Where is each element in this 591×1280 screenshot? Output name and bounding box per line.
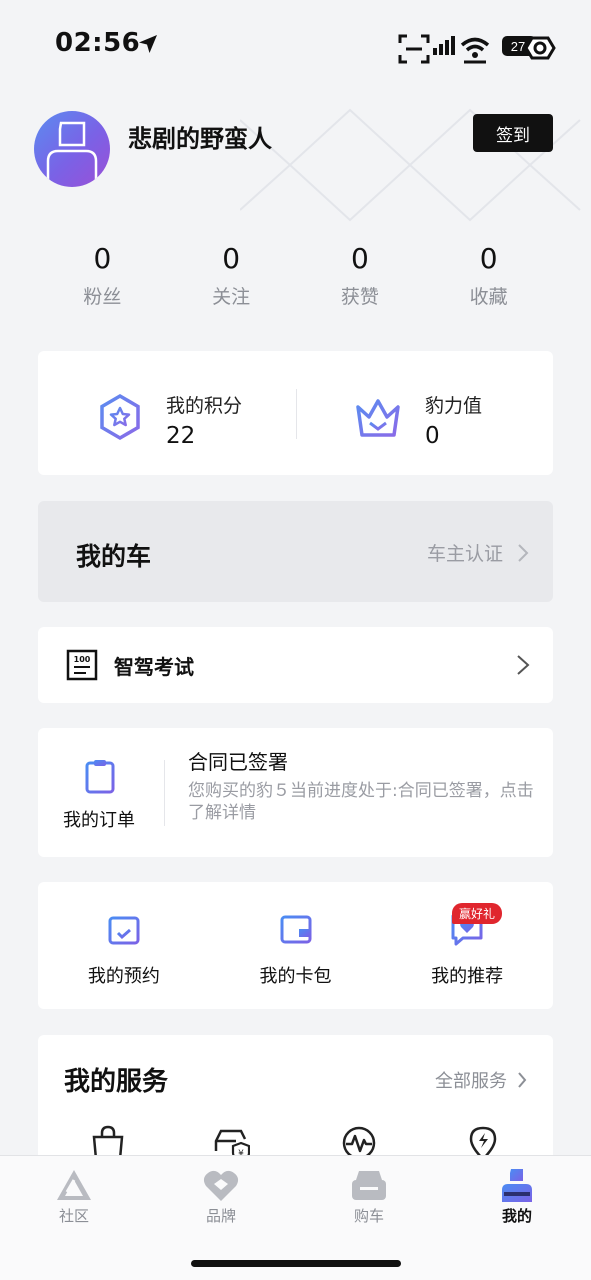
tab-community[interactable]: 社区 [14,1156,134,1236]
signin-button[interactable]: 签到 [473,114,553,152]
location-arrow-icon [139,35,157,53]
stat-label: 收藏 [469,286,508,308]
svg-text:100: 100 [74,655,91,664]
all-services-link[interactable]: 全部服务 [435,1067,527,1093]
stat-likes[interactable]: 0 获赞 [296,240,425,320]
chevron-right-icon [518,543,529,562]
background-pattern [240,108,581,222]
tab-label: 我的 [501,1207,532,1225]
stat-following[interactable]: 0 关注 [167,240,296,320]
reward-badge: 赢好礼 [452,903,503,924]
scan-icon[interactable] [398,34,430,64]
my-car-card[interactable]: 我的车 车主认证 [38,501,553,602]
stat-label: 粉丝 [83,286,122,308]
power-label: 豹力值 [425,395,483,417]
my-order-label: 我的订单 [63,810,135,831]
exam-paper-icon: 100 [66,649,98,681]
tab-buy-car[interactable]: 购车 [309,1156,429,1236]
avatar[interactable] [34,111,110,187]
battery-icon: 27 [500,30,556,66]
order-description: 您购买的豹５当前进度处于:合同已签署，点击了解详情 [188,781,534,823]
clipboard-icon [85,760,115,794]
tab-label: 购车 [353,1207,384,1225]
status-time: 02:56 [55,28,141,58]
calendar-check-icon [108,914,140,945]
signal-icon [433,36,455,55]
stat-value: 0 [222,242,241,275]
brand-icon [203,1170,239,1201]
stat-label: 获赞 [340,286,379,308]
car-icon [352,1171,386,1200]
stat-value: 0 [93,242,112,275]
exam-label: 智驾考试 [114,655,194,679]
owner-cert-label: 车主认证 [426,543,503,565]
battery-level: 27 [511,39,525,54]
stat-value: 0 [479,242,498,275]
stat-fans[interactable]: 0 粉丝 [38,240,167,320]
chevron-right-icon [518,1072,527,1088]
power-value[interactable]: 0 [425,423,440,449]
order-card[interactable]: 我的订单 合同已签署 您购买的豹５当前进度处于:合同已签署，点击了解详情 [38,728,553,857]
wallet-icon [280,915,311,944]
services-title: 我的服务 [64,1067,169,1097]
profile-icon [502,1169,532,1202]
divider [296,389,297,439]
status-bar: 02:56 27 [0,0,591,88]
my-recommend-button[interactable]: 我的推荐 [381,882,553,1009]
stat-favorites[interactable]: 0 收藏 [424,240,553,320]
default-avatar-icon [46,121,98,187]
tab-brand[interactable]: 品牌 [161,1156,281,1236]
wifi-icon [460,37,490,64]
quick-actions-card: 我的预约 我的卡包 我的推荐 [38,882,553,1009]
my-wallet-button[interactable]: 我的卡包 [210,882,382,1009]
smart-driving-exam-card[interactable]: 100 智驾考试 [38,627,553,703]
chevron-right-icon [517,655,530,675]
stat-value: 0 [350,242,369,275]
my-points-value[interactable]: 22 [166,423,195,449]
username: 悲剧的野蛮人 [128,125,272,153]
my-appointment-button[interactable]: 我的预约 [38,882,210,1009]
my-points-label: 我的积分 [166,395,243,417]
divider [164,760,165,826]
stat-label: 关注 [212,286,251,308]
crown-icon [356,399,400,437]
community-icon [57,1170,91,1200]
my-car-title: 我的车 [76,542,152,571]
all-services-label: 全部服务 [435,1071,507,1092]
tab-mine[interactable]: 我的 [457,1156,577,1236]
points-card: 我的积分 22 豹力值 0 [38,351,553,475]
my-services-card: 我的服务 全部服务 ¥ [38,1035,553,1175]
my-recommend-label: 我的推荐 [431,966,504,987]
points-star-icon [100,393,140,441]
owner-cert-link[interactable]: 车主认证 [427,539,529,566]
tab-label: 品牌 [205,1207,236,1225]
order-status: 合同已签署 [188,750,288,774]
tab-label: 社区 [58,1207,89,1225]
my-appointment-label: 我的预约 [87,966,160,987]
my-wallet-label: 我的卡包 [259,966,332,987]
profile-stats: 0 粉丝 0 关注 0 获赞 0 收藏 [38,240,553,320]
home-indicator[interactable] [191,1260,401,1267]
